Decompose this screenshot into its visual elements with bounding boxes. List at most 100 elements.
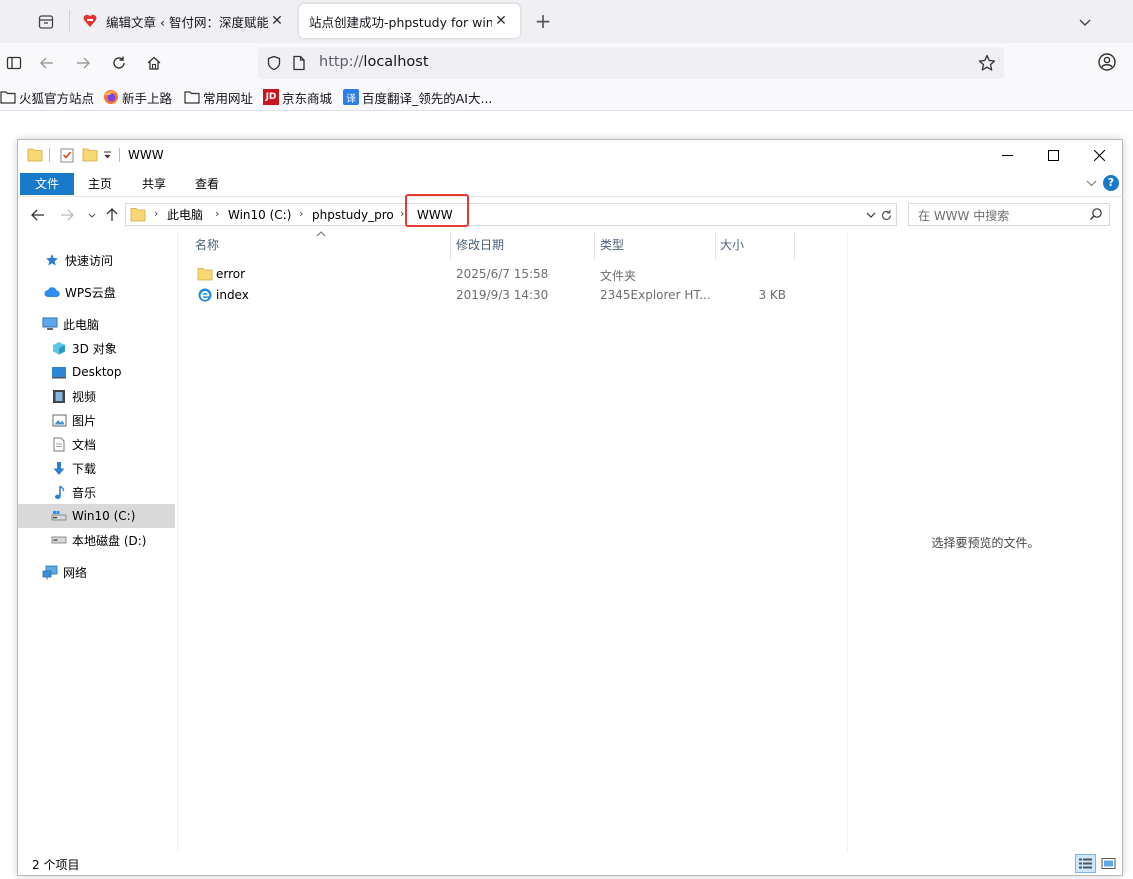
column-header-type[interactable]: 类型 [600, 238, 624, 258]
account-button[interactable] [1094, 49, 1120, 75]
ribbon-divider [18, 196, 1122, 197]
breadcrumb-separator-icon[interactable]: › [215, 207, 219, 220]
nav-item-documents[interactable]: 文档 [18, 432, 175, 456]
close-window-button[interactable] [1076, 140, 1122, 170]
back-button[interactable] [33, 49, 61, 77]
column-separator[interactable] [794, 232, 795, 260]
ribbon-tab-view[interactable]: 查看 [187, 173, 227, 195]
baidu-translate-icon: 译 [343, 89, 359, 105]
forward-button[interactable] [69, 49, 97, 77]
bookmark-item[interactable]: JD 京东商城 [263, 88, 332, 106]
breadcrumb-this-pc[interactable]: 此电脑 [167, 207, 203, 223]
picture-icon [51, 412, 67, 428]
nav-item-wps-cloud[interactable]: WPS云盘 [18, 280, 175, 304]
ribbon-tab-share[interactable]: 共享 [134, 173, 174, 195]
browser-tab-inactive[interactable]: 编辑文章 ‹ 智付网：深度赋能， ✕ [72, 4, 296, 38]
new-folder-button[interactable] [82, 147, 98, 163]
new-tab-button[interactable]: + [531, 8, 555, 36]
site-info-button[interactable] [290, 53, 308, 73]
recent-locations-button[interactable] [83, 206, 101, 224]
breadcrumb-separator-icon[interactable]: › [299, 207, 303, 220]
arrow-left-icon [31, 209, 44, 221]
file-date: 2025/6/7 15:58 [456, 267, 549, 281]
reload-button[interactable] [105, 49, 133, 77]
column-separator[interactable] [450, 232, 451, 260]
bookmark-item[interactable]: 译 百度翻译_领先的AI大... [343, 88, 492, 106]
ribbon-tabs: 文件 主页 共享 查看 ? [18, 171, 1122, 195]
column-header-size[interactable]: 大小 [720, 238, 744, 258]
title-separator [119, 147, 120, 163]
column-header-date[interactable]: 修改日期 [456, 238, 504, 258]
column-separator[interactable] [715, 232, 716, 260]
properties-button[interactable] [59, 147, 75, 163]
site-favicon-icon [83, 14, 97, 27]
tab-title: 编辑文章 ‹ 智付网：深度赋能， [106, 14, 268, 30]
help-icon[interactable]: ? [1103, 175, 1119, 191]
up-button[interactable] [103, 206, 121, 224]
url-text[interactable]: http://localhost [319, 54, 429, 70]
maximize-button[interactable] [1030, 140, 1076, 170]
breadcrumb-separator-icon[interactable]: › [154, 207, 158, 220]
breadcrumb-phpstudy-pro[interactable]: phpstudy_pro [312, 207, 394, 223]
explorer-back-button[interactable] [29, 206, 47, 224]
refresh-button[interactable] [877, 206, 895, 224]
sidebar-button[interactable] [0, 49, 28, 77]
firefox-view-icon [38, 15, 54, 29]
pane-divider [177, 232, 178, 852]
list-all-tabs-button[interactable] [1072, 8, 1098, 36]
address-history-button[interactable] [864, 208, 878, 222]
search-input[interactable]: 在 WWW 中搜索 [908, 203, 1110, 226]
nav-item-drive-c[interactable]: Win10 (C:) [18, 504, 175, 528]
details-view-button[interactable] [1075, 854, 1096, 873]
computer-icon [42, 316, 58, 332]
expand-ribbon-button[interactable] [1084, 176, 1098, 190]
preview-pane: 选择要预览的文件。 [847, 232, 1122, 852]
search-placeholder: 在 WWW 中搜索 [918, 209, 1010, 223]
nav-label: 视频 [72, 389, 97, 404]
browser-tab-active[interactable]: 站点创建成功-phpstudy for windo ✕ [299, 4, 520, 38]
file-row[interactable]: index 2019/9/3 14:30 2345Explorer HT... … [179, 285, 839, 306]
nav-item-3d-objects[interactable]: 3D 对象 [18, 336, 175, 360]
customize-qat-button[interactable] [103, 147, 112, 163]
folder-icon [130, 208, 146, 222]
ribbon-tab-home[interactable]: 主页 [80, 173, 120, 195]
nav-item-network[interactable]: 网络 [18, 560, 175, 584]
close-tab-icon[interactable]: ✕ [268, 13, 286, 29]
nav-item-quick-access[interactable]: 快速访问 [18, 248, 175, 272]
bookmark-item[interactable]: 新手上路 [103, 88, 172, 106]
nav-item-downloads[interactable]: 下载 [18, 456, 175, 480]
column-separator[interactable] [594, 232, 595, 260]
tracking-protection-button[interactable] [264, 53, 284, 73]
nav-item-pictures[interactable]: 图片 [18, 408, 175, 432]
window-title: WWW [128, 148, 164, 162]
breadcrumb-drive-c[interactable]: Win10 (C:) [228, 207, 291, 223]
refresh-icon [881, 209, 891, 220]
explorer-forward-button[interactable] [58, 206, 76, 224]
bookmark-item[interactable]: 火狐官方站点 [0, 88, 94, 106]
home-icon [147, 56, 161, 70]
item-count: 2 个项目 [32, 858, 80, 872]
bookmark-item[interactable]: 常用网址 [184, 88, 253, 106]
bookmarks-toolbar: 火狐官方站点 新手上路 常用网址 JD 京东商城 译 百度翻译_领先的AI大..… [0, 83, 1133, 111]
url-bar[interactable]: http://localhost [258, 47, 1004, 79]
breadcrumb-separator-icon[interactable]: › [400, 207, 404, 220]
ribbon-tab-file[interactable]: 文件 [20, 173, 74, 195]
large-icons-view-button[interactable] [1098, 854, 1119, 873]
bookmark-star-button[interactable] [976, 52, 998, 74]
minimize-button[interactable] [984, 140, 1030, 170]
account-icon [1098, 53, 1116, 71]
tab-title: 站点创建成功-phpstudy for windo [309, 14, 492, 30]
file-row[interactable]: error 2025/6/7 15:58 文件夹 [179, 264, 839, 285]
nav-item-desktop[interactable]: Desktop [18, 360, 175, 384]
close-tab-icon[interactable]: ✕ [492, 13, 510, 29]
nav-item-drive-d[interactable]: 本地磁盘 (D:) [18, 528, 175, 552]
nav-item-music[interactable]: 音乐 [18, 480, 175, 504]
firefox-view-button[interactable] [30, 8, 62, 36]
address-bar[interactable]: › 此电脑 › Win10 (C:) › phpstudy_pro › WWW [125, 203, 897, 226]
home-button[interactable] [140, 49, 168, 77]
folder-icon [184, 89, 200, 105]
nav-item-this-pc[interactable]: 此电脑 [18, 312, 175, 336]
column-header-name[interactable]: 名称 [195, 238, 219, 258]
nav-label: Desktop [72, 365, 122, 379]
nav-item-videos[interactable]: 视频 [18, 384, 175, 408]
